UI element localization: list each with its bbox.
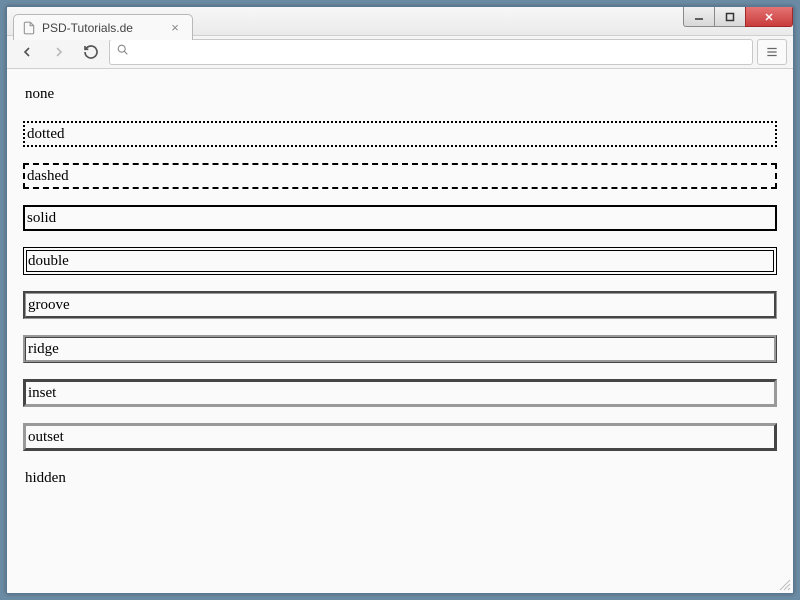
tab-strip: PSD-Tutorials.de × xyxy=(13,13,193,39)
border-demo-ridge: ridge xyxy=(23,335,777,363)
border-demo-double: double xyxy=(23,247,777,275)
border-demo-inset: inset xyxy=(23,379,777,407)
maximize-button[interactable] xyxy=(714,7,746,27)
address-bar[interactable] xyxy=(109,39,753,65)
search-icon xyxy=(116,43,129,61)
toolbar xyxy=(7,35,793,69)
page-viewport[interactable]: none dotted dashed solid double groove ridge in… xyxy=(7,69,793,593)
border-demo-outset: outset xyxy=(23,423,777,451)
menu-button[interactable] xyxy=(757,39,787,65)
browser-window: PSD-Tutorials.de × xyxy=(6,6,794,594)
minimize-button[interactable] xyxy=(683,7,715,27)
url-input[interactable] xyxy=(135,45,746,60)
forward-button[interactable] xyxy=(45,39,73,65)
window-controls xyxy=(684,7,793,27)
border-demo-dotted: dotted xyxy=(23,121,777,147)
tab-title: PSD-Tutorials.de xyxy=(42,21,168,35)
reload-button[interactable] xyxy=(77,39,105,65)
titlebar: PSD-Tutorials.de × xyxy=(7,7,793,35)
border-demo-solid: solid xyxy=(23,205,777,231)
back-button[interactable] xyxy=(13,39,41,65)
browser-tab[interactable]: PSD-Tutorials.de × xyxy=(13,14,193,40)
tab-close-button[interactable]: × xyxy=(168,21,182,35)
border-demo-dashed: dashed xyxy=(23,163,777,189)
close-button[interactable] xyxy=(745,7,793,27)
border-demo-none: none xyxy=(23,83,777,105)
border-demo-groove: groove xyxy=(23,291,777,319)
border-demo-hidden: hidden xyxy=(23,467,777,489)
file-icon xyxy=(22,21,36,35)
